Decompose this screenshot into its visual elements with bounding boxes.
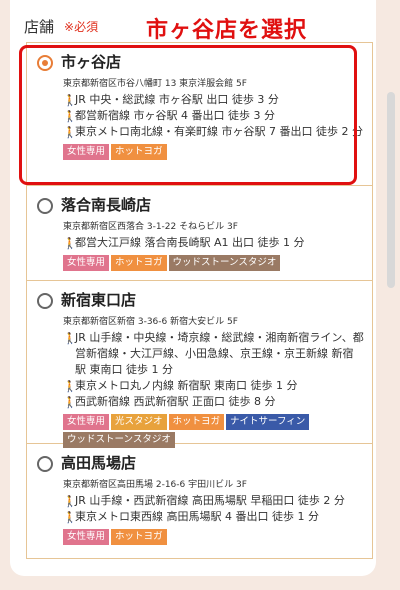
store-tags: 女性専用 ホットヨガ bbox=[63, 529, 364, 545]
store-tags: 女性専用 ホットヨガ ウッドストーンスタジオ bbox=[63, 255, 364, 271]
tag-hot-yoga: ホットヨガ bbox=[111, 529, 167, 545]
access-line: 🚶 JR 中央・総武線 市ヶ谷駅 出口 徒歩 3 分 bbox=[63, 93, 279, 107]
access-line: 🚶 東京メトロ丸ノ内線 新宿駅 東南口 徒歩 1 分 bbox=[63, 379, 298, 393]
tag-hot-yoga: ホットヨガ bbox=[168, 414, 225, 430]
tag-night-surfing: ナイトサーフィン bbox=[226, 414, 310, 430]
tag-women-only: 女性専用 bbox=[63, 529, 110, 545]
access-line: 🚶 都営大江戸線 落合南長崎駅 A1 出口 徒歩 1 分 bbox=[63, 236, 305, 250]
walking-person-icon: 🚶 bbox=[63, 110, 77, 123]
walking-person-icon: 🚶 bbox=[63, 126, 77, 139]
tag-light-studio: 光スタジオ bbox=[111, 414, 167, 430]
walking-person-icon: 🚶 bbox=[63, 94, 77, 107]
store-name: 高田馬場店 bbox=[61, 454, 137, 472]
tag-hot-yoga: ホットヨガ bbox=[111, 255, 167, 271]
store-field-label: 店舗 bbox=[24, 17, 55, 36]
store-list: 市ヶ谷店 東京都新宿区市谷八幡町 13 東京洋服会館 5F 🚶 JR 中央・総武線… bbox=[26, 42, 373, 559]
walking-person-icon: 🚶 bbox=[63, 380, 77, 393]
access-line: 🚶 東京メトロ南北線・有楽町線 市ヶ谷駅 7 番出口 徒歩 2 分 bbox=[63, 125, 363, 139]
store-address: 東京都新宿区高田馬場 2-16-6 宇田川ビル 3F bbox=[63, 480, 247, 490]
radio-button-shinjuku-higashiguchi[interactable] bbox=[37, 293, 53, 309]
tag-women-only: 女性専用 bbox=[63, 255, 110, 271]
required-mark: ※必須 bbox=[64, 19, 99, 34]
access-line: 🚶 東京メトロ東西線 高田馬場駅 4 番出口 徒歩 1 分 bbox=[63, 510, 319, 524]
tag-hot-yoga: ホットヨガ bbox=[111, 144, 167, 160]
store-name: 市ヶ谷店 bbox=[61, 53, 122, 71]
tag-women-only: 女性専用 bbox=[63, 144, 110, 160]
store-option-ichigaya[interactable]: 市ヶ谷店 東京都新宿区市谷八幡町 13 東京洋服会館 5F 🚶 JR 中央・総武線… bbox=[27, 43, 372, 186]
store-option-shinjuku-higashiguchi[interactable]: 新宿東口店 東京都新宿区新宿 3-36-6 新宿大安ビル 5F 🚶 JR 山手線・… bbox=[27, 281, 372, 448]
store-address: 東京都新宿区市谷八幡町 13 東京洋服会館 5F bbox=[63, 79, 247, 89]
access-line: 🚶 JR 山手線・中央線・埼京線・総武線・湘南新宿ライン、都営新宿線・大江戸線、小… bbox=[63, 331, 364, 376]
radio-button-ochiai-minami-nagasaki[interactable] bbox=[37, 198, 53, 214]
store-option-takadanobaba[interactable]: 高田馬場店 東京都新宿区高田馬場 2-16-6 宇田川ビル 3F 🚶 JR 山手線… bbox=[27, 444, 372, 559]
tag-wood-stone-studio: ウッドストーンスタジオ bbox=[168, 255, 281, 271]
store-address: 東京都新宿区新宿 3-36-6 新宿大安ビル 5F bbox=[63, 317, 238, 327]
store-option-ochiai-minami-nagasaki[interactable]: 落合南長崎店 東京都新宿区西落合 3-1-22 そねらビル 3F 🚶 都営大江戸線… bbox=[27, 186, 372, 281]
store-selection-card: 店舗 ※必須 市ヶ谷店 東京都新宿区市谷八幡町 13 東京洋服会館 5F 🚶 JR… bbox=[10, 0, 376, 576]
radio-button-takadanobaba[interactable] bbox=[37, 456, 53, 472]
scrollbar-thumb[interactable] bbox=[387, 92, 395, 288]
store-name: 新宿東口店 bbox=[61, 291, 137, 309]
radio-button-ichigaya[interactable] bbox=[37, 55, 53, 71]
walking-person-icon: 🚶 bbox=[63, 511, 77, 524]
walking-person-icon: 🚶 bbox=[63, 332, 77, 345]
store-field-header: 店舗 ※必須 bbox=[24, 14, 98, 38]
walking-person-icon: 🚶 bbox=[63, 237, 77, 250]
store-tags: 女性専用 光スタジオ ホットヨガ ナイトサーフィン ウッドストーンスタジオ bbox=[63, 414, 364, 448]
annotation-caption: 市ヶ谷店を選択 bbox=[146, 18, 308, 43]
access-line: 🚶 都営新宿線 市ヶ谷駅 4 番出口 徒歩 3 分 bbox=[63, 109, 275, 123]
access-line: 🚶 西武新宿線 西武新宿駅 正面口 徒歩 8 分 bbox=[63, 395, 276, 409]
access-line: 🚶 JR 山手線・西武新宿線 高田馬場駅 早稲田口 徒歩 2 分 bbox=[63, 494, 345, 508]
store-tags: 女性専用 ホットヨガ bbox=[63, 144, 364, 160]
walking-person-icon: 🚶 bbox=[63, 396, 77, 409]
walking-person-icon: 🚶 bbox=[63, 495, 77, 508]
tag-women-only: 女性専用 bbox=[63, 414, 110, 430]
store-name: 落合南長崎店 bbox=[61, 196, 152, 214]
store-address: 東京都新宿区西落合 3-1-22 そねらビル 3F bbox=[63, 222, 238, 232]
